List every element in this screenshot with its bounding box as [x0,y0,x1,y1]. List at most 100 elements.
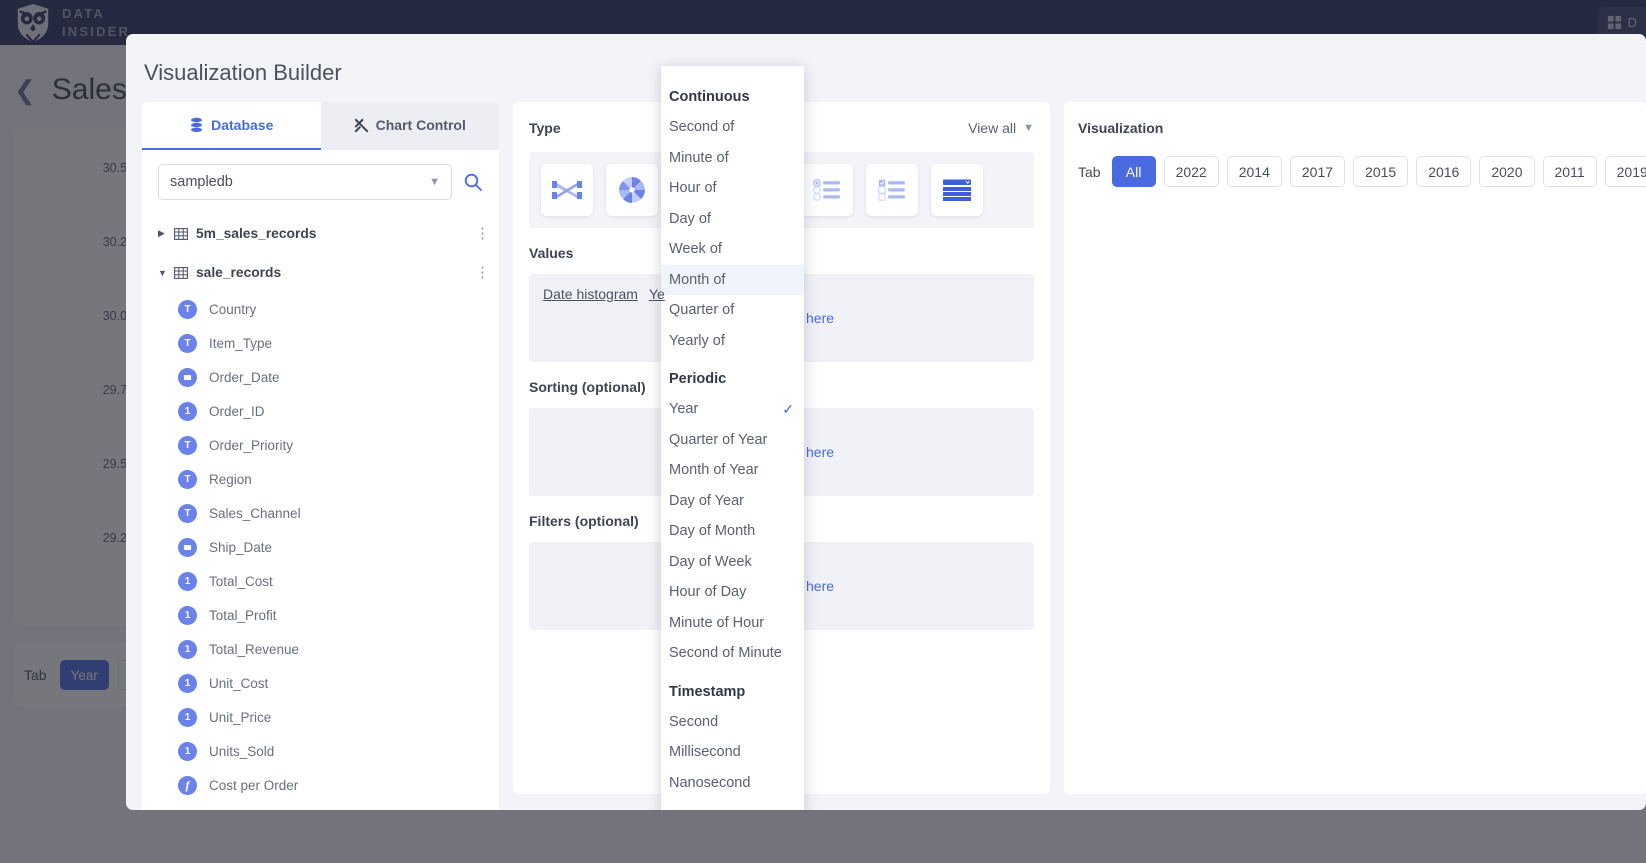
kebab-menu-icon[interactable]: ⋮ [475,270,479,276]
menu-item-quarter-of-year[interactable]: Quarter of Year [661,425,804,456]
field-row[interactable]: Ship_Date [142,530,499,564]
chart-type-sankey[interactable] [541,164,593,216]
chart-type-checkbox-list[interactable] [866,164,918,216]
menu-item-label: Day of [669,211,711,227]
number-field-icon: 1 [178,402,197,421]
view-all-label: View all [968,120,1016,136]
menu-item-minute-of-hour[interactable]: Minute of Hour [661,608,804,639]
viz-tab-2016[interactable]: 2016 [1416,156,1471,187]
menu-item-label: Second [669,714,718,730]
chart-type-pie[interactable] [606,164,658,216]
viz-tab-2022[interactable]: 2022 [1164,156,1219,187]
database-select[interactable]: sampledb ▼ [158,164,452,200]
field-row[interactable]: 1 Total_Profit [142,598,499,632]
menu-item-hour-of-day[interactable]: Hour of Day [661,577,804,608]
menu-item-yearly-of[interactable]: Yearly of [661,326,804,357]
view-all-button[interactable]: View all ▼ [968,120,1034,136]
menu-item-label: Day of Week [669,554,752,570]
menu-item-week-of[interactable]: Week of [661,234,804,265]
viz-tab-2017[interactable]: 2017 [1290,156,1345,187]
visualization-builder-modal: Visualization Builder Database [126,34,1646,810]
menu-item-day-of-week[interactable]: Day of Week [661,547,804,578]
menu-item-month-of-year[interactable]: Month of Year [661,455,804,486]
field-label: Sales_Channel [209,506,301,521]
tree-table-label: 5m_sales_records [196,226,316,241]
field-row[interactable]: Order_Date [142,360,499,394]
viz-tab-2019[interactable]: 2019 [1605,156,1646,187]
field-label: Country [209,302,256,317]
field-row[interactable]: TItem_Type [142,326,499,360]
field-row[interactable]: 1Total_Cost [142,564,499,598]
chevron-down-icon: ▼ [429,176,440,188]
viz-tab-2011[interactable]: 2011 [1543,156,1597,187]
menu-item-label: Quarter of [669,302,734,318]
database-panel: Database Chart Control sampledb [142,102,499,810]
viz-tab-all[interactable]: All [1112,156,1156,187]
number-field-icon: 1 [178,640,197,659]
menu-item-label: Minute of [669,150,729,166]
menu-group-title: Periodic [661,364,804,394]
tab-database[interactable]: Database [142,102,321,150]
menu-item-second[interactable]: Second [661,707,804,738]
field-row[interactable]: T Country [142,292,499,326]
table-icon [174,266,188,280]
search-icon[interactable] [463,172,483,192]
tab-chart-control[interactable]: Chart Control [321,102,500,150]
number-field-icon: 1 [178,572,197,591]
menu-item-label: Yearly of [669,333,725,349]
text-field-icon: T [178,334,197,353]
caret-down-icon[interactable]: ▼ [158,268,174,278]
value-chip[interactable]: Ye [649,286,665,302]
menu-item-label: Hour of Day [669,584,746,600]
menu-item-second-of-minute[interactable]: Second of Minute [661,638,804,669]
menu-item-minute-of[interactable]: Minute of [661,143,804,174]
menu-item-hour-of[interactable]: Hour of [661,173,804,204]
menu-item-year[interactable]: Year✓ [661,394,804,425]
caret-right-icon[interactable]: ▶ [158,228,174,239]
field-row[interactable]: T Sales_Channel [142,496,499,530]
menu-group-title: Timestamp [661,677,804,707]
field-row[interactable]: 1Order_ID [142,394,499,428]
checkbox-list-icon [877,178,907,202]
visualization-title: Visualization [1078,120,1163,136]
number-field-icon: 1 [178,606,197,625]
text-field-icon: T [178,300,197,319]
tree-table-sale_records[interactable]: ▼ sale_records ⋮ [142,253,499,292]
viz-tab-2014[interactable]: 2014 [1227,156,1282,187]
menu-item-label: Quarter of Year [669,432,767,448]
field-row[interactable]: 1Unit_Price [142,700,499,734]
field-label: Units_Sold [209,744,274,759]
modal-columns: Database Chart Control sampledb [142,102,1646,810]
menu-item-nanosecond[interactable]: Nanosecond [661,768,804,799]
filters-label: Filters (optional) [529,513,639,529]
field-row[interactable]: 1Units_Sold [142,734,499,768]
field-row[interactable]: TRegion [142,462,499,496]
panel-tabs: Database Chart Control [142,102,499,150]
field-row[interactable]: fCost per Order [142,768,499,802]
menu-item-second-of[interactable]: Second of [661,112,804,143]
value-chip[interactable]: Date histogram [543,286,638,302]
viz-tab-2015[interactable]: 2015 [1353,156,1408,187]
viz-tab-2020[interactable]: 2020 [1479,156,1534,187]
kebab-menu-icon[interactable]: ⋮ [475,231,479,237]
database-icon [189,117,204,133]
field-label: Ship_Date [209,540,272,555]
menu-item-millisecond[interactable]: Millisecond [661,737,804,768]
tree-table-5m_sales_records[interactable]: ▶ 5m_sales_records ⋮ [142,214,499,253]
field-label: Total_Profit [209,608,277,623]
text-field-icon: T [178,504,197,523]
check-icon: ✓ [782,401,794,418]
menu-item-day-of-year[interactable]: Day of Year [661,486,804,517]
chart-type-table-select[interactable] [931,164,983,216]
database-select-value: sampledb [170,174,233,190]
field-label: Order_Priority [209,438,293,453]
chart-type-radio-list[interactable] [801,164,853,216]
field-row[interactable]: TOrder_Priority [142,428,499,462]
field-row[interactable]: 1Total_Revenue [142,632,499,666]
date-granularity-menu[interactable]: Continuous Second of Minute of Hour of D… [661,66,804,810]
menu-item-day-of-month[interactable]: Day of Month [661,516,804,547]
menu-item-day-of[interactable]: Day of [661,204,804,235]
modal-title: Visualization Builder [126,34,1646,86]
field-row[interactable]: 1Unit_Cost [142,666,499,700]
database-tree: ▶ 5m_sales_records ⋮ ▼ [142,200,499,802]
